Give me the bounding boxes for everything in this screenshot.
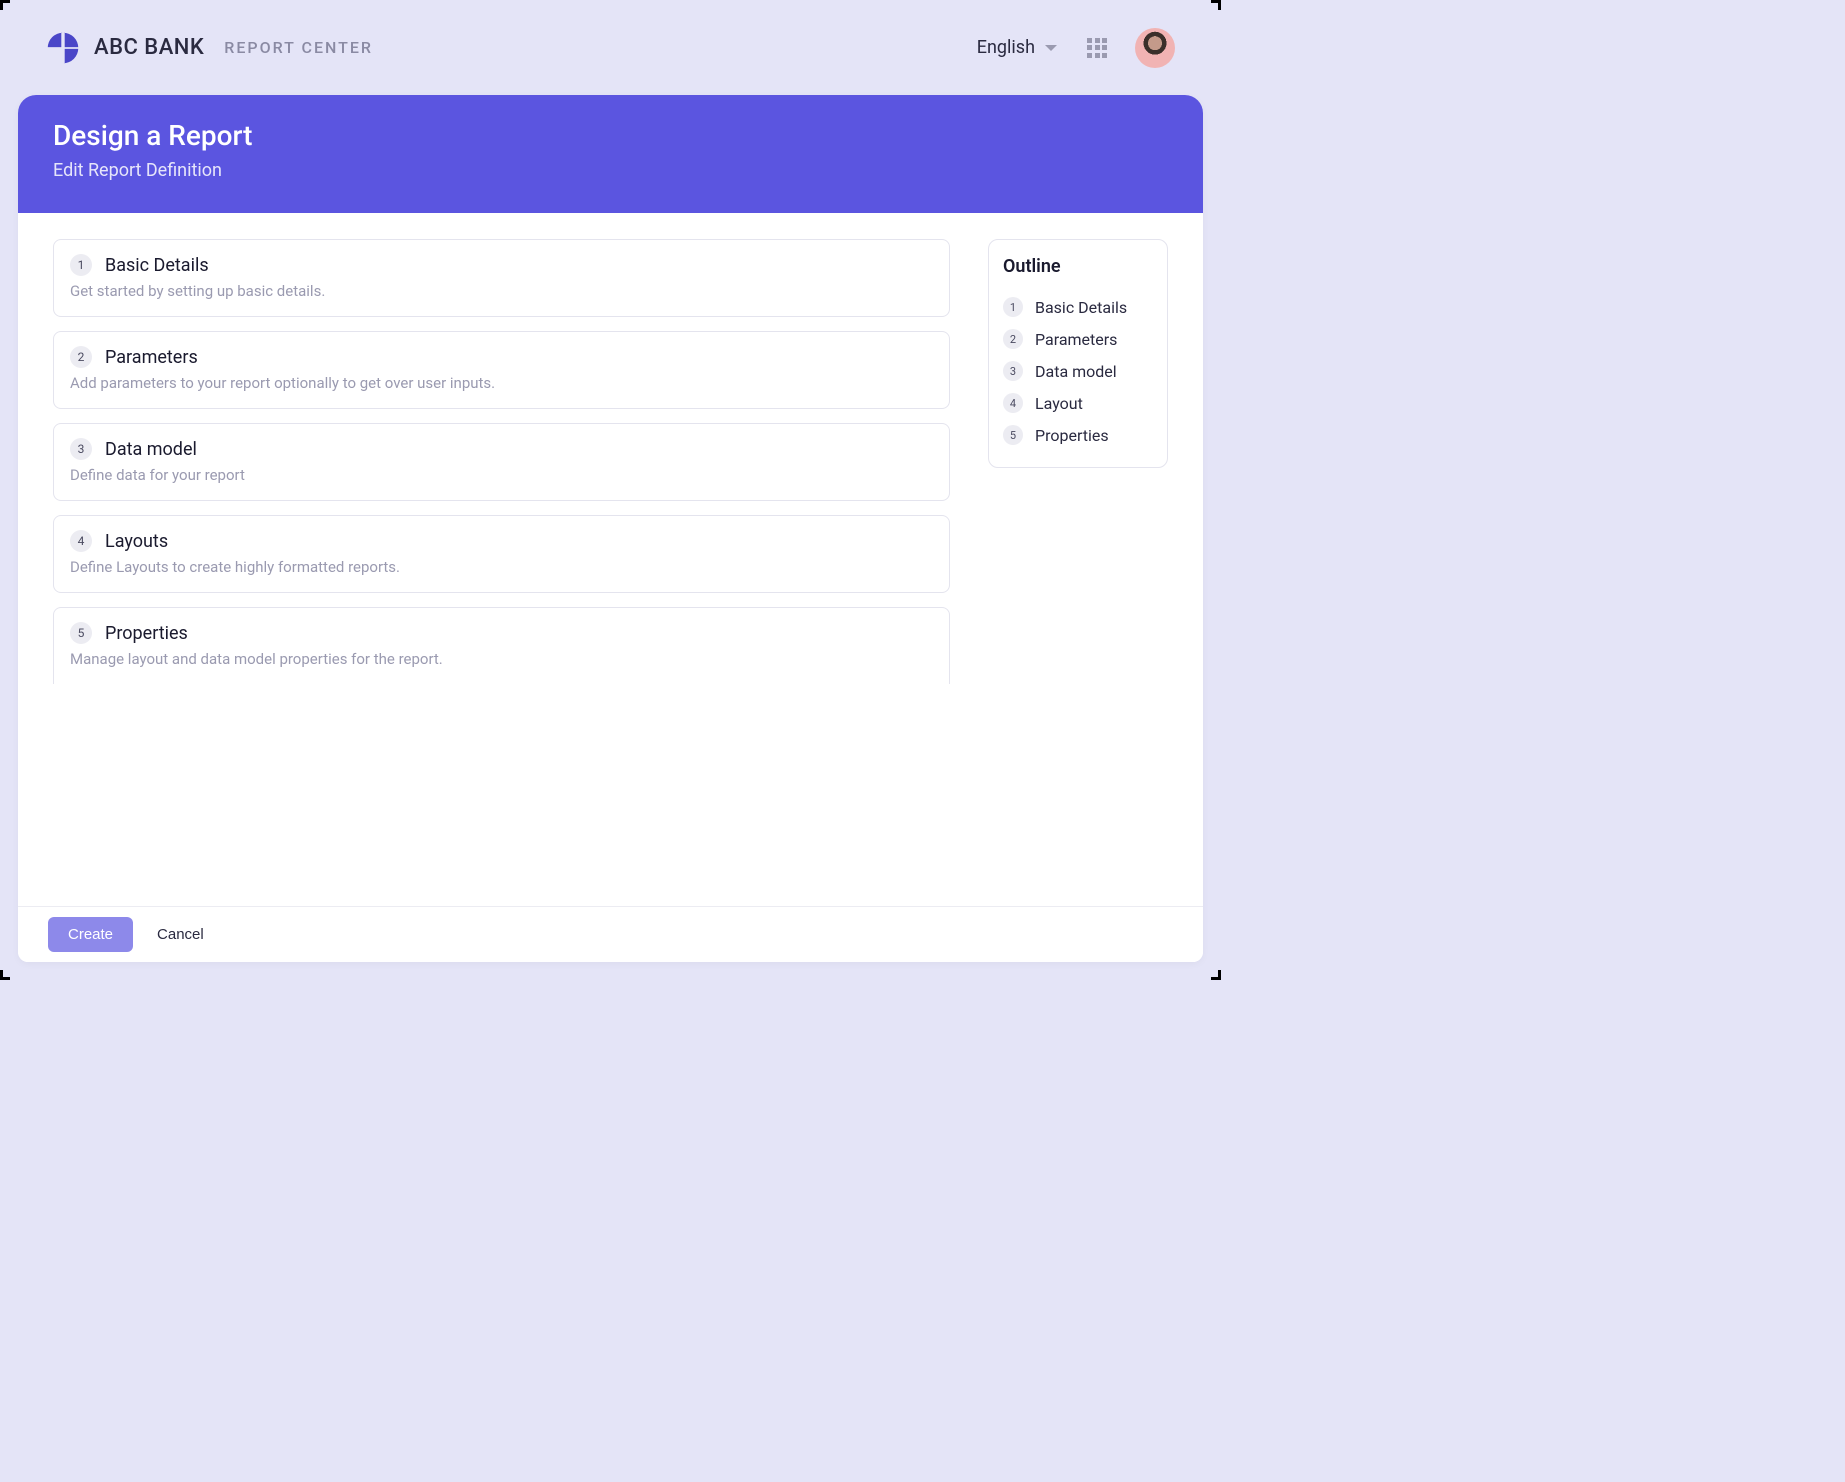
outline-title: Outline <box>1003 256 1153 277</box>
topbar: ABC BANK REPORT CENTER English <box>0 0 1221 95</box>
section-layouts[interactable]: 4 Layouts Define Layouts to create highl… <box>53 515 950 593</box>
section-description: Define Layouts to create highly formatte… <box>70 558 933 576</box>
section-parameters[interactable]: 2 Parameters Add parameters to your repo… <box>53 331 950 409</box>
cancel-button[interactable]: Cancel <box>157 926 204 943</box>
page-title: Design a Report <box>53 119 1168 152</box>
step-number-badge: 5 <box>70 622 92 644</box>
step-number-badge: 5 <box>1003 425 1023 445</box>
page-card: Design a Report Edit Report Definition 1… <box>18 95 1203 962</box>
step-number-badge: 4 <box>70 530 92 552</box>
step-number-badge: 3 <box>1003 361 1023 381</box>
app-name: REPORT CENTER <box>224 38 373 57</box>
apps-grid-icon[interactable] <box>1087 38 1107 58</box>
section-basic-details[interactable]: 1 Basic Details Get started by setting u… <box>53 239 950 317</box>
section-title: Parameters <box>105 347 198 368</box>
step-number-badge: 3 <box>70 438 92 460</box>
content: 1 Basic Details Get started by setting u… <box>18 213 1203 906</box>
outline-item-properties[interactable]: 5 Properties <box>1003 419 1153 451</box>
footer-bar: Create Cancel <box>18 906 1203 962</box>
avatar[interactable] <box>1135 28 1175 68</box>
section-data-model[interactable]: 3 Data model Define data for your report <box>53 423 950 501</box>
outline-column: Outline 1 Basic Details 2 Parameters 3 D… <box>988 239 1168 896</box>
step-number-badge: 2 <box>70 346 92 368</box>
hero: Design a Report Edit Report Definition <box>18 95 1203 213</box>
section-title: Data model <box>105 439 197 460</box>
section-description: Add parameters to your report optionally… <box>70 374 933 392</box>
language-selector[interactable]: English <box>977 37 1057 58</box>
section-description: Manage layout and data model properties … <box>70 650 933 668</box>
outline-item-label: Basic Details <box>1035 298 1127 317</box>
section-description: Define data for your report <box>70 466 933 484</box>
step-number-badge: 1 <box>1003 297 1023 317</box>
outline-item-label: Layout <box>1035 394 1083 413</box>
outline-card: Outline 1 Basic Details 2 Parameters 3 D… <box>988 239 1168 468</box>
step-number-badge: 2 <box>1003 329 1023 349</box>
outline-item-label: Data model <box>1035 362 1117 381</box>
outline-item-parameters[interactable]: 2 Parameters <box>1003 323 1153 355</box>
outline-item-label: Parameters <box>1035 330 1117 349</box>
section-description: Get started by setting up basic details. <box>70 282 933 300</box>
outline-item-basic-details[interactable]: 1 Basic Details <box>1003 291 1153 323</box>
brand-logo-icon <box>46 31 80 65</box>
create-button[interactable]: Create <box>48 917 133 952</box>
step-number-badge: 1 <box>70 254 92 276</box>
section-properties[interactable]: 5 Properties Manage layout and data mode… <box>53 607 950 684</box>
section-title: Basic Details <box>105 255 209 276</box>
section-title: Properties <box>105 623 188 644</box>
outline-item-layout[interactable]: 4 Layout <box>1003 387 1153 419</box>
page-subtitle: Edit Report Definition <box>53 160 1168 181</box>
chevron-down-icon <box>1045 45 1057 51</box>
outline-item-data-model[interactable]: 3 Data model <box>1003 355 1153 387</box>
language-label: English <box>977 37 1035 58</box>
step-number-badge: 4 <box>1003 393 1023 413</box>
outline-item-label: Properties <box>1035 426 1109 445</box>
brand-name: ABC BANK <box>94 35 204 60</box>
section-title: Layouts <box>105 531 168 552</box>
sections-column: 1 Basic Details Get started by setting u… <box>53 239 950 896</box>
